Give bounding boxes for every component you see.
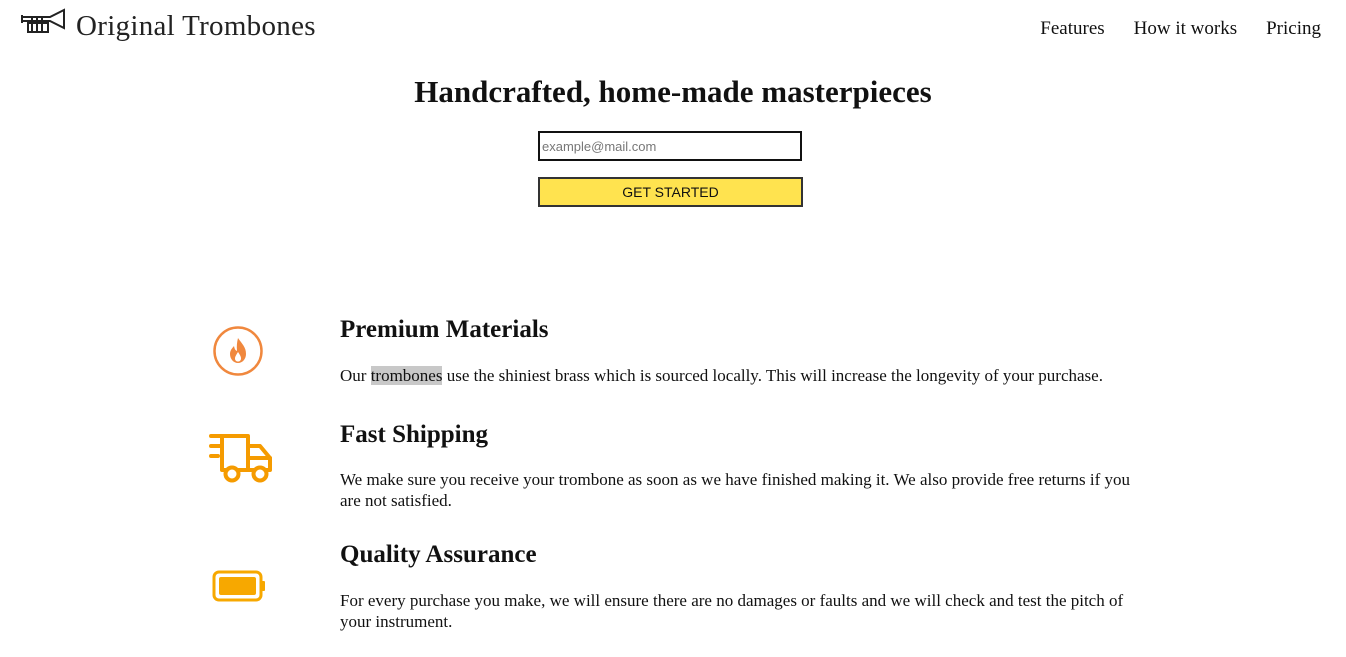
main-nav: Features How it works Pricing — [1040, 17, 1321, 41]
nav-link-features[interactable]: Features — [1040, 17, 1104, 41]
page-header: Original Trombones Features How it works… — [0, 0, 1346, 56]
logo-text: Original Trombones — [76, 9, 316, 42]
flame-icon — [212, 325, 264, 382]
feature-title-fast-shipping: Fast Shipping — [340, 421, 488, 448]
highlighted-word: trombones — [370, 366, 443, 385]
truck-icon — [208, 432, 276, 489]
feature-text-part: use the shiniest brass which is sourced … — [442, 366, 1103, 385]
feature-title-quality-assurance: Quality Assurance — [340, 541, 537, 568]
nav-link-how-it-works[interactable]: How it works — [1134, 17, 1237, 41]
battery-icon — [212, 569, 266, 608]
get-started-button[interactable]: GET STARTED — [538, 177, 803, 207]
feature-title-premium-materials: Premium Materials — [340, 316, 549, 343]
feature-text-quality-assurance: For every purchase you make, we will ens… — [340, 591, 1124, 631]
trumpet-icon — [20, 8, 68, 43]
email-input[interactable] — [538, 131, 802, 161]
hero-title: Handcrafted, home-made masterpieces — [414, 74, 932, 109]
nav-link-pricing[interactable]: Pricing — [1266, 17, 1321, 41]
feature-text-part: Our — [340, 366, 371, 385]
logo[interactable]: Original Trombones — [20, 8, 316, 43]
feature-text-premium-materials: Our trombones use the shiniest brass whi… — [340, 365, 1150, 386]
feature-text-fast-shipping: We make sure you receive your trombone a… — [340, 470, 1131, 510]
